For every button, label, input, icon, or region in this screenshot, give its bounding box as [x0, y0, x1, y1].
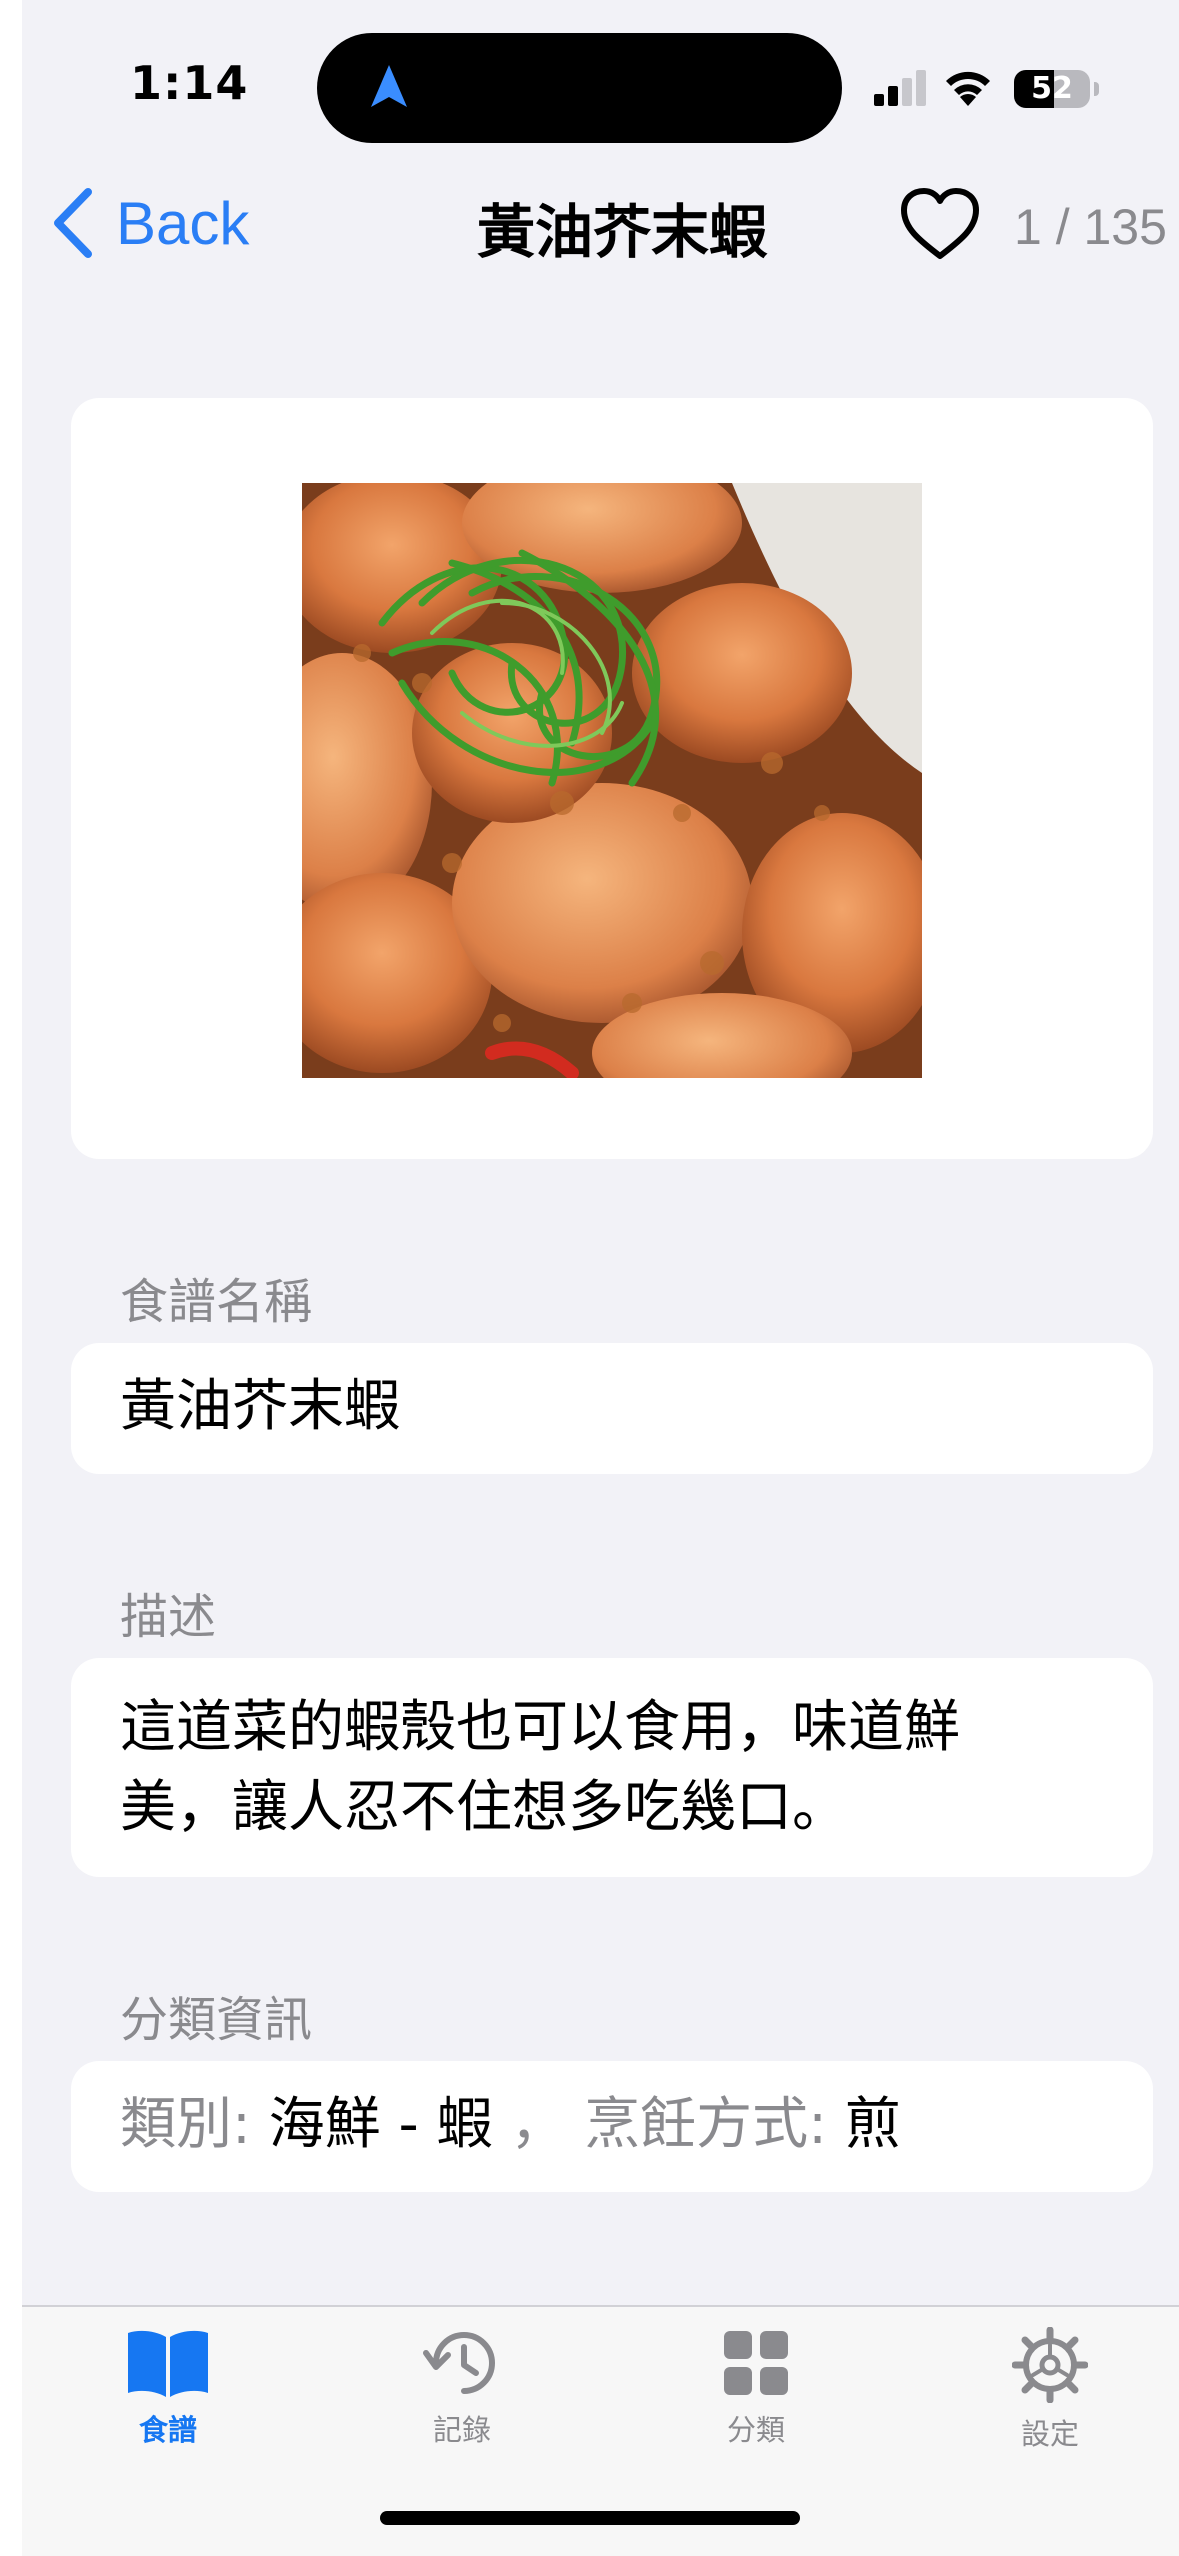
tab-history[interactable]: 記錄: [362, 2327, 562, 2449]
recipe-photo[interactable]: [302, 483, 922, 1078]
status-time: 1:14: [130, 56, 249, 110]
book-icon: [128, 2330, 208, 2397]
info-separator: ，: [492, 2092, 585, 2157]
tab-label: 記錄: [432, 2413, 491, 2447]
recipe-image-card: [71, 398, 1153, 1159]
description-card: 這道菜的蝦殼也可以食用，味道鮮美，讓人忍不住想多吃幾口。: [71, 1658, 1153, 1877]
name-card: 黃油芥末蝦: [71, 1343, 1153, 1474]
tab-label: 設定: [1020, 2417, 1079, 2451]
dynamic-island: [317, 33, 842, 143]
home-indicator[interactable]: [380, 2511, 800, 2525]
battery-percent: 52: [1031, 71, 1073, 106]
category-prefix: 類別:: [120, 2092, 269, 2157]
name-section-label: 食譜名稱: [120, 1274, 313, 1330]
method-prefix: 烹飪方式:: [584, 2092, 845, 2157]
gear-icon: [1012, 2327, 1088, 2403]
heart-icon[interactable]: [899, 186, 981, 262]
description-section-label: 描述: [120, 1589, 217, 1645]
wifi-icon: [946, 71, 990, 106]
tab-label: 食譜: [138, 2413, 197, 2447]
location-arrow-icon: [371, 65, 407, 107]
back-button[interactable]: Back: [50, 178, 249, 268]
status-icons: 52: [874, 62, 1124, 112]
category-info: 類別: 海鮮 - 蝦 ， 烹飪方式: 煎: [120, 2085, 1113, 2165]
tab-categories[interactable]: 分類: [656, 2327, 856, 2449]
grid-icon: [724, 2331, 788, 2395]
category-section-label: 分類資訊: [120, 1992, 313, 2048]
tab-settings[interactable]: 設定: [950, 2327, 1150, 2453]
back-label: Back: [116, 189, 250, 257]
page-title: 黃油芥末蝦: [476, 198, 767, 266]
history-icon: [423, 2332, 495, 2394]
tab-recipes[interactable]: 食譜: [68, 2327, 268, 2449]
method-value: 煎: [844, 2092, 901, 2157]
battery-nub: [1094, 82, 1099, 96]
shrimp-dish-image: [302, 483, 922, 1078]
recipe-detail-screen: 1:14 52 Back 黃油芥末蝦 1 / 135 食譜名稱 黃油芥末蝦 描述…: [22, 0, 1179, 2556]
recipe-name: 黃油芥末蝦: [120, 1374, 400, 1439]
battery-icon: 52: [1014, 70, 1090, 108]
recipe-counter: 1 / 135: [1014, 199, 1167, 255]
recipe-description: 這道菜的蝦殼也可以食用，味道鮮美，讓人忍不住想多吃幾口。: [120, 1695, 960, 1840]
chevron-left-icon: [54, 188, 92, 258]
category-card: 類別: 海鮮 - 蝦 ， 烹飪方式: 煎: [71, 2061, 1153, 2192]
category-value: 海鮮 - 蝦: [268, 2092, 493, 2157]
cellular-signal-icon: [874, 70, 926, 106]
tab-label: 分類: [726, 2413, 785, 2447]
